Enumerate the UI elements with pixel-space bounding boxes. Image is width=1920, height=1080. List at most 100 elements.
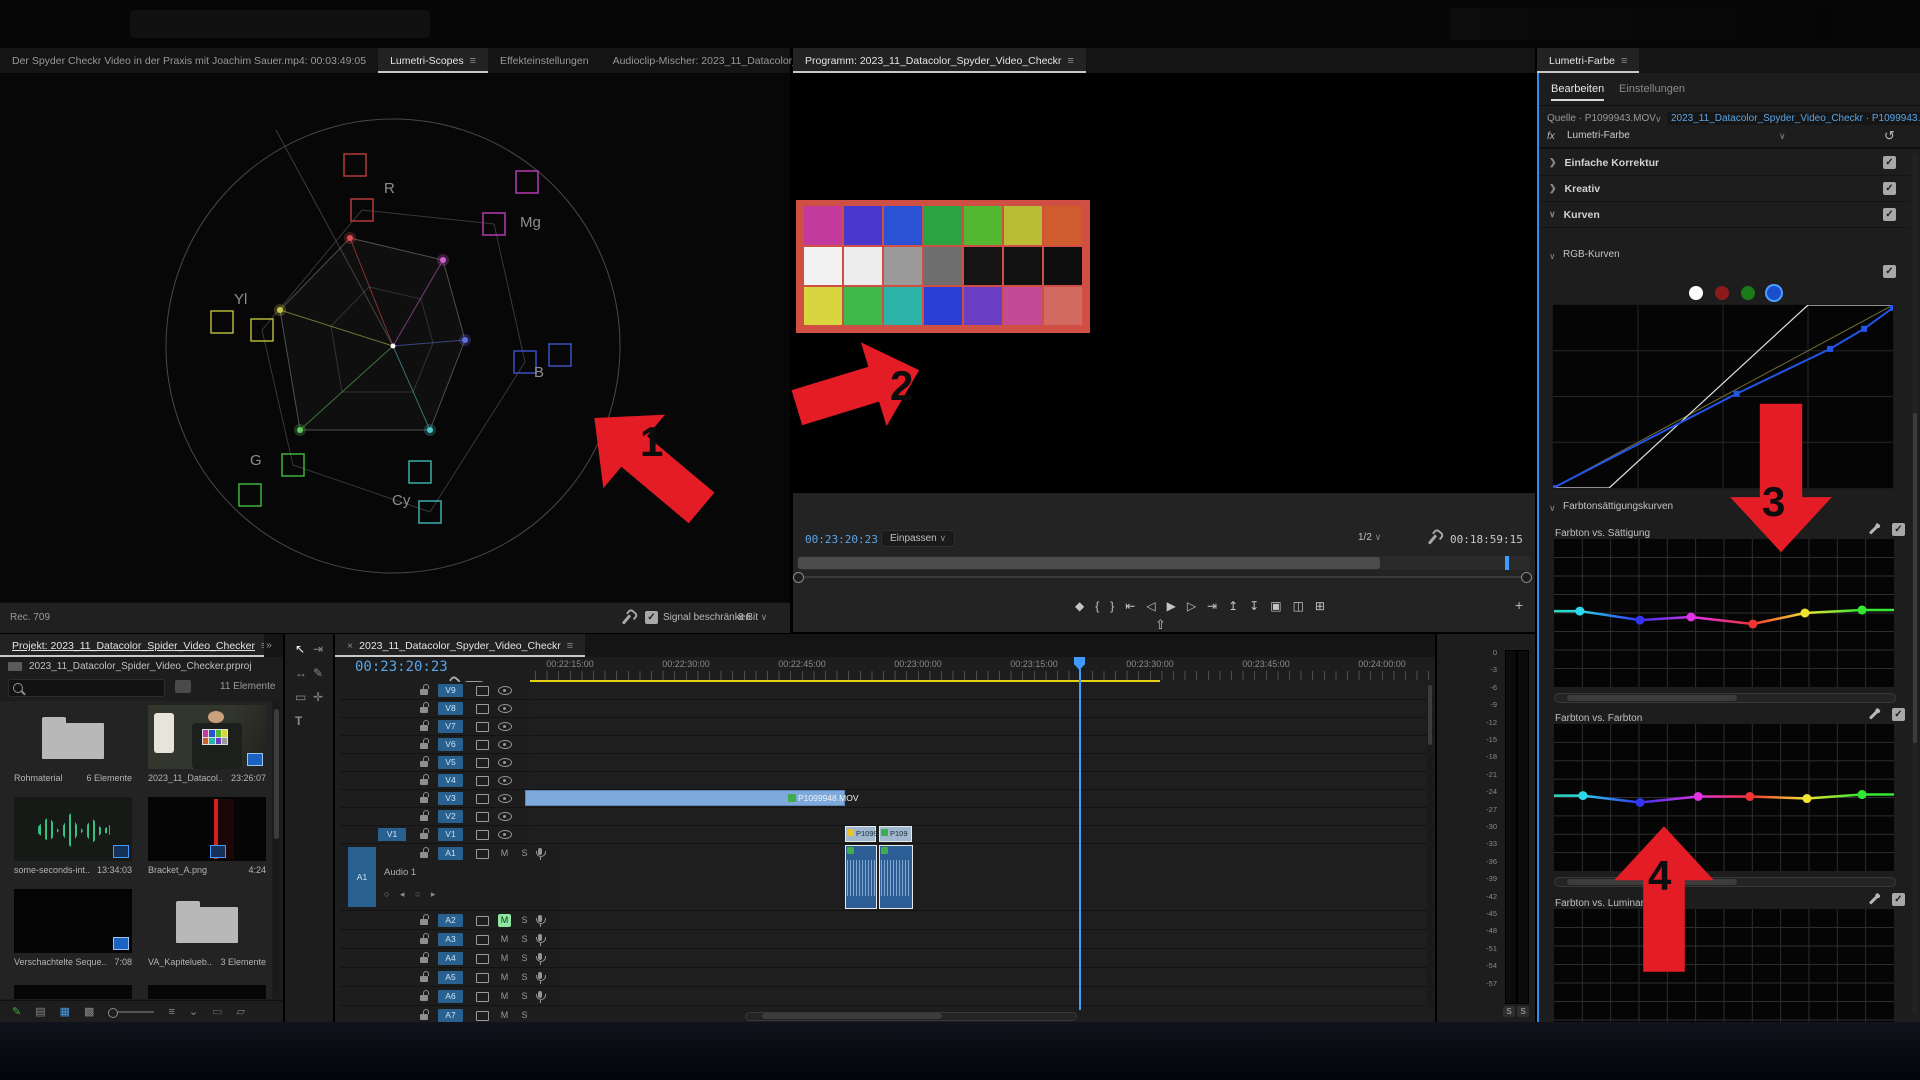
tab-header-0[interactable]: Der Spyder Checkr Video in der Praxis mi… — [0, 48, 378, 73]
track-name-button[interactable]: V1 — [438, 828, 463, 841]
tab-overflow-icon[interactable]: » — [266, 639, 272, 651]
section-enabled-checkbox[interactable]: ✓ — [1883, 156, 1896, 169]
add-marker-icon[interactable]: ◆ — [1075, 599, 1084, 613]
track-name-button[interactable]: A2 — [438, 914, 463, 927]
video-track-lane-V8[interactable] — [530, 700, 1435, 718]
chevron-expanded-icon[interactable]: ∨ — [1549, 251, 1556, 262]
track-lock-icon[interactable] — [420, 815, 428, 821]
pen-tool[interactable]: ✎ — [313, 666, 323, 680]
icon-view-icon[interactable]: ▦ — [60, 1005, 70, 1018]
curve-enabled-checkbox[interactable]: ✓ — [1892, 523, 1905, 536]
seek-handle-right[interactable] — [1521, 572, 1532, 583]
scope-settings-wrench-icon[interactable] — [622, 614, 631, 624]
track-visibility-eye-icon[interactable] — [498, 740, 512, 749]
track-output-icon[interactable] — [476, 722, 489, 732]
track-visibility-eye-icon[interactable] — [498, 812, 512, 821]
track-select-forward-tool[interactable]: ⇥ — [313, 642, 323, 656]
video-track-lane-V9[interactable] — [530, 682, 1435, 700]
track-output-icon[interactable] — [476, 740, 489, 750]
track-output-icon[interactable] — [476, 916, 489, 926]
track-mute-button[interactable]: M — [498, 971, 511, 984]
track-visibility-eye-icon[interactable] — [498, 776, 512, 785]
track-lock-icon[interactable] — [420, 1014, 428, 1020]
go-to-out-icon[interactable]: ⇥ — [1207, 599, 1217, 613]
program-video-area[interactable] — [793, 73, 1535, 493]
project-item-video[interactable]: 2023_11_Datacol..23:26:07 — [148, 705, 266, 793]
hue-curve-editor[interactable] — [1554, 539, 1894, 687]
white-channel-dot[interactable] — [1689, 286, 1703, 300]
panel-menu-icon[interactable]: ≡ — [1067, 55, 1073, 67]
chevron-expanded-icon[interactable]: ∨ — [1549, 209, 1556, 220]
track-output-icon[interactable] — [476, 758, 489, 768]
playback-resolution-dropdown[interactable]: 1/2 ∨ — [1358, 532, 1381, 543]
extract-icon[interactable]: ↧ — [1249, 599, 1259, 613]
curve-scrollbar-thumb[interactable] — [1567, 695, 1737, 701]
track-output-icon[interactable] — [476, 935, 489, 945]
track-name-button[interactable]: A3 — [438, 933, 463, 946]
type-tool[interactable]: T — [295, 714, 302, 728]
chevron-collapsed-icon[interactable]: ❯ — [1549, 157, 1557, 168]
export-frame-button[interactable]: ⇧ — [1155, 617, 1166, 633]
item-name[interactable]: Verschachtelte Seque.. — [14, 957, 107, 967]
track-solo-button[interactable]: S — [518, 971, 531, 984]
project-item-sequence[interactable]: Verschachtelte Seque..7:08 — [14, 889, 132, 977]
effect-name-dropdown[interactable]: Lumetri-Farbe — [1567, 130, 1787, 141]
track-output-icon[interactable] — [476, 954, 489, 964]
track-output-icon[interactable] — [476, 812, 489, 822]
tab-bearbeiten[interactable]: Bearbeiten — [1551, 83, 1604, 101]
track-output-icon[interactable] — [476, 1011, 489, 1021]
play-icon[interactable]: ▶ — [1167, 599, 1176, 613]
project-item-audio[interactable]: some-seconds-int..13:34:03 — [14, 797, 132, 885]
timeline-clip-video[interactable]: P1099948.MOV — [525, 790, 845, 806]
rectangle-tool[interactable]: ▭ — [295, 690, 306, 704]
voice-over-record-mic-icon[interactable] — [538, 972, 542, 979]
filmstrip-icon[interactable]: ▭ — [212, 1005, 222, 1018]
track-mute-button[interactable]: M — [498, 990, 511, 1003]
lumetri-tab[interactable]: Lumetri-Farbe≡ — [1537, 48, 1639, 73]
item-name[interactable]: 2023_11_Datacol.. — [148, 773, 223, 783]
playhead-line[interactable] — [1079, 669, 1081, 1010]
project-tab[interactable]: Projekt: 2023_11_Datacolor_Spider_Video_… — [0, 634, 264, 657]
timeline-clip-audio[interactable] — [879, 845, 913, 909]
seek-handle-left[interactable] — [793, 572, 804, 583]
track-lock-icon[interactable] — [420, 938, 428, 944]
program-playhead-marker[interactable] — [1505, 556, 1509, 570]
video-track-lane-V7[interactable] — [530, 718, 1435, 736]
timeline-h-scrollbar[interactable] — [530, 1010, 1435, 1022]
track-name-button[interactable]: A6 — [438, 990, 463, 1003]
rgb-curve-editor[interactable] — [1552, 304, 1894, 489]
timeline-clip-audio[interactable] — [845, 845, 877, 909]
rgb-curves-checkbox[interactable]: ✓ — [1883, 265, 1896, 278]
track-solo-button[interactable]: S — [518, 952, 531, 965]
track-output-icon[interactable] — [476, 686, 489, 696]
bin-breadcrumb[interactable]: 2023_11_Datacolor_Spider_Video_Checker.p… — [8, 661, 252, 672]
tab-header-2[interactable]: Effekteinstellungen — [488, 48, 601, 73]
source-clip-link[interactable]: 2023_11_Datacolor_Spyder_Video_Checkr · … — [1667, 112, 1920, 125]
curve-scrollbar[interactable] — [1554, 693, 1896, 703]
curve-enabled-checkbox[interactable]: ✓ — [1892, 893, 1905, 906]
timeline-clip-video[interactable]: P109 — [879, 826, 912, 842]
track-solo-button[interactable]: S — [518, 933, 531, 946]
go-to-in-icon[interactable]: ⇤ — [1125, 599, 1135, 613]
video-track-lane-V2[interactable] — [530, 808, 1435, 826]
red-channel-dot[interactable] — [1715, 286, 1729, 300]
track-lock-icon[interactable] — [420, 995, 428, 1001]
track-visibility-eye-icon[interactable] — [498, 686, 512, 695]
tab-einstellungen[interactable]: Einstellungen — [1619, 83, 1685, 95]
source-patch-audio[interactable]: A1 — [348, 847, 376, 907]
track-name-button[interactable]: V9 — [438, 684, 463, 697]
track-lock-icon[interactable] — [420, 919, 428, 925]
track-output-icon[interactable] — [476, 992, 489, 1002]
freeform-view-icon[interactable]: ▩ — [84, 1005, 94, 1018]
track-lock-icon[interactable] — [420, 779, 428, 785]
project-search-input[interactable] — [8, 679, 165, 697]
audio-track-lane-A5[interactable] — [530, 969, 1435, 987]
track-mute-button[interactable]: M — [498, 847, 511, 860]
comparison-view-icon[interactable]: ◫ — [1293, 599, 1304, 613]
track-lock-icon[interactable] — [420, 707, 428, 713]
audio-track-lane-A3[interactable] — [530, 931, 1435, 949]
reset-effect-icon[interactable]: ↺ — [1884, 128, 1895, 144]
tab-close-icon[interactable]: × — [347, 640, 353, 652]
section-kurven[interactable]: ∨Kurven✓ — [1539, 202, 1910, 228]
timeline-v-scrollbar[interactable] — [1427, 683, 1433, 1010]
